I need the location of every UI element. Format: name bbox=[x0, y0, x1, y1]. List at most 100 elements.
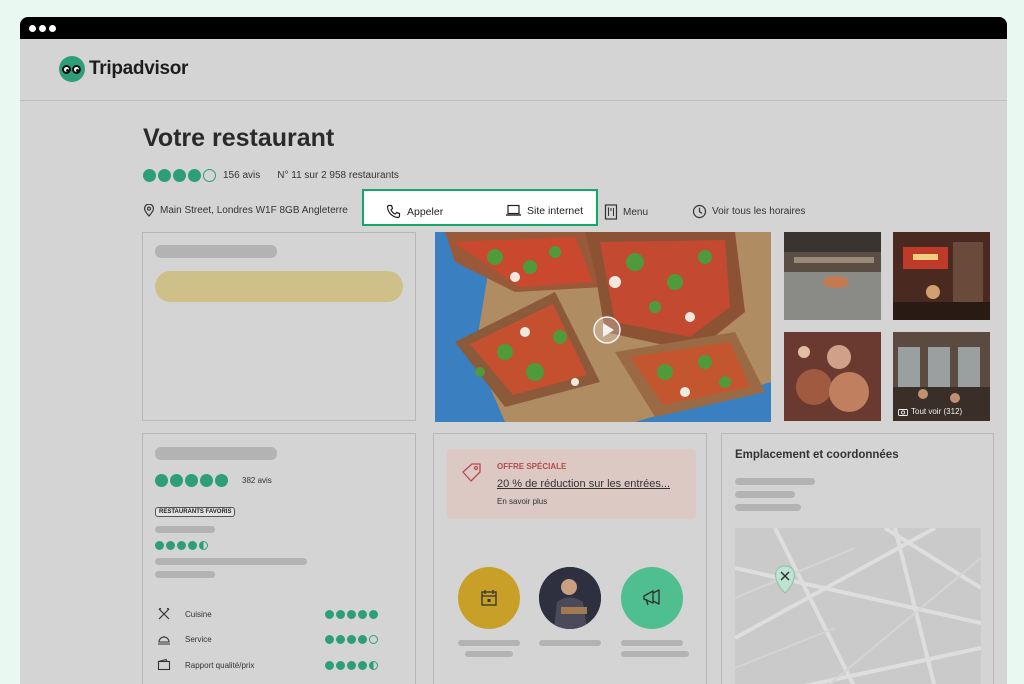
camera-icon bbox=[898, 408, 908, 416]
phone-icon bbox=[386, 204, 402, 219]
placeholder-line bbox=[539, 640, 601, 646]
rating-bubble-filled bbox=[188, 541, 197, 550]
small-rating-row bbox=[155, 541, 208, 550]
category-rating-cuisine: Cuisine bbox=[157, 607, 397, 621]
photo-thumbnail-kitchen[interactable] bbox=[784, 232, 881, 320]
rating-bubble-filled bbox=[358, 609, 367, 619]
hours-button[interactable]: Voir tous les horaires bbox=[692, 204, 805, 219]
rating-bubble-filled bbox=[358, 660, 367, 670]
rating-bubble-filled bbox=[155, 474, 168, 487]
photo-thumbnail-bar[interactable] bbox=[893, 232, 990, 320]
review-count[interactable]: 382 avis bbox=[242, 476, 272, 485]
rating-bubble-filled bbox=[170, 474, 183, 487]
map-pin-icon bbox=[777, 566, 793, 586]
placeholder-line bbox=[155, 571, 215, 578]
category-rating-bubbles bbox=[325, 660, 378, 670]
ranking-text[interactable]: N° 11 sur 2 958 restaurants bbox=[277, 170, 399, 181]
clock-icon bbox=[692, 204, 707, 219]
reviews-card: 382 avis RESTAURANTS FAVORIS Cuisine Ser… bbox=[142, 433, 416, 684]
hours-label: Voir tous les horaires bbox=[712, 206, 806, 217]
rating-bubble-filled bbox=[336, 609, 345, 619]
menu-button[interactable]: Menu bbox=[604, 204, 648, 220]
rating-bubble-filled bbox=[325, 609, 334, 619]
promotion-circle[interactable] bbox=[621, 567, 683, 629]
category-label: Rapport qualité/prix bbox=[185, 660, 255, 670]
site-header: Tripadvisor bbox=[20, 39, 1007, 101]
rating-bubble-filled bbox=[336, 634, 345, 644]
placeholder-line bbox=[735, 478, 815, 485]
fork-knife-icon bbox=[157, 607, 171, 621]
address-text: Main Street, Londres W1F 8GB Angleterre bbox=[160, 205, 348, 216]
rating-bubble-filled bbox=[369, 609, 378, 619]
call-label: Appeler bbox=[407, 205, 444, 218]
offer-title-link[interactable]: 20 % de réduction sur les entrées... bbox=[497, 478, 670, 490]
small-rating-bubbles bbox=[155, 541, 208, 550]
category-rating-bubbles bbox=[325, 634, 378, 644]
rating-bubble-half bbox=[369, 660, 378, 670]
window-minimize-dot[interactable] bbox=[39, 25, 46, 32]
category-label: Cuisine bbox=[185, 609, 212, 619]
event-photo-circle[interactable] bbox=[539, 567, 601, 629]
reservation-circle[interactable] bbox=[458, 567, 520, 629]
placeholder-line bbox=[621, 651, 689, 657]
tripadvisor-logo[interactable]: Tripadvisor bbox=[59, 56, 188, 82]
address-link[interactable]: Main Street, Londres W1F 8GB Angleterre bbox=[143, 204, 348, 217]
offer-more-link[interactable]: En savoir plus bbox=[497, 497, 547, 506]
restaurant-name: Votre restaurant bbox=[143, 124, 335, 152]
rating-bubble-filled bbox=[185, 474, 198, 487]
placeholder-line bbox=[155, 447, 277, 460]
rating-bubble-filled bbox=[325, 660, 334, 670]
overall-rating-row: 382 avis bbox=[155, 474, 272, 487]
special-offer-banner[interactable]: OFFRE SPÉCIALE 20 % de réduction sur les… bbox=[447, 449, 696, 519]
category-label: Service bbox=[185, 634, 212, 644]
rating-row: 156 avis N° 11 sur 2 958 restaurants bbox=[143, 169, 399, 182]
placeholder-line bbox=[621, 640, 683, 646]
menu-label: Menu bbox=[623, 206, 649, 218]
window-close-dot[interactable] bbox=[29, 25, 36, 32]
rating-bubble-half bbox=[199, 541, 208, 550]
see-all-photos-link[interactable]: Tout voir (312) bbox=[898, 407, 962, 416]
rating-bubble-filled bbox=[347, 660, 356, 670]
photo-thumbnail-dining-room[interactable]: Tout voir (312) bbox=[893, 332, 990, 421]
rating-bubble-filled bbox=[347, 634, 356, 644]
rating-bubbles bbox=[143, 169, 216, 182]
rating-bubble-filled bbox=[158, 169, 171, 182]
rating-bubble-filled bbox=[173, 169, 186, 182]
location-title: Emplacement et coordonnées bbox=[735, 449, 899, 461]
owl-eyes-icon bbox=[59, 56, 85, 82]
offer-card: OFFRE SPÉCIALE 20 % de réduction sur les… bbox=[433, 433, 707, 684]
rating-bubble-filled bbox=[347, 609, 356, 619]
call-button[interactable]: Appeler bbox=[386, 204, 443, 219]
see-all-label: Tout voir (312) bbox=[911, 407, 963, 416]
category-rating-service: Service bbox=[157, 632, 397, 646]
window-maximize-dot[interactable] bbox=[49, 25, 56, 32]
rating-bubble-filled bbox=[215, 474, 228, 487]
rating-bubble-filled bbox=[336, 660, 345, 670]
wallet-icon bbox=[157, 658, 171, 672]
rating-bubble-filled bbox=[155, 541, 164, 550]
placeholder-line bbox=[735, 491, 795, 498]
offer-tag: OFFRE SPÉCIALE bbox=[497, 462, 567, 471]
category-rating-value: Rapport qualité/prix bbox=[157, 658, 397, 672]
reserve-button-placeholder[interactable] bbox=[155, 271, 403, 302]
calendar-icon bbox=[480, 588, 498, 608]
location-map[interactable] bbox=[735, 528, 981, 684]
rating-bubble-filled bbox=[200, 474, 213, 487]
menu-book-icon bbox=[604, 204, 618, 220]
rating-bubble-filled bbox=[358, 634, 367, 644]
placeholder-line bbox=[735, 504, 801, 511]
cloche-icon bbox=[157, 632, 171, 646]
location-pin-icon bbox=[143, 204, 155, 217]
review-count-link[interactable]: 156 avis bbox=[223, 170, 260, 181]
favorites-badge: RESTAURANTS FAVORIS bbox=[155, 507, 236, 517]
overall-rating-bubbles bbox=[155, 474, 228, 487]
main-photo-pizza[interactable] bbox=[435, 232, 771, 422]
rating-bubble-filled bbox=[177, 541, 186, 550]
rating-bubble-filled bbox=[325, 634, 334, 644]
photo-thumbnail-food[interactable] bbox=[784, 332, 881, 421]
website-button[interactable]: Site internet bbox=[505, 204, 583, 217]
placeholder-line bbox=[155, 558, 307, 565]
placeholder-line bbox=[458, 640, 520, 646]
rating-bubble-filled bbox=[166, 541, 175, 550]
laptop-icon bbox=[505, 204, 522, 217]
